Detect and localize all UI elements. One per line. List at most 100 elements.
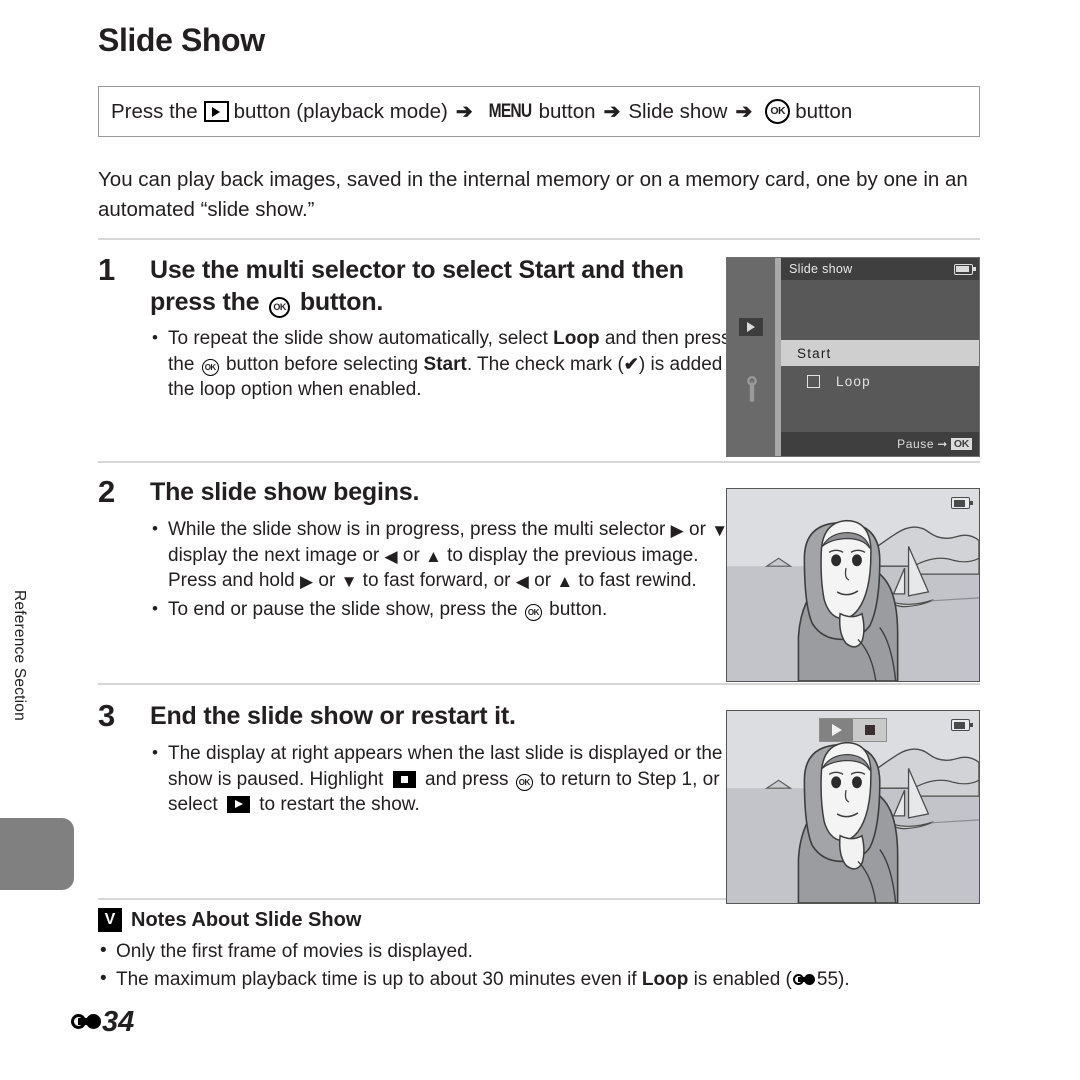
- menu-path-box: Press the button (playback mode) ➔ MENU …: [98, 86, 980, 137]
- camera-screen-option-loop[interactable]: Loop: [781, 368, 979, 394]
- battery-icon: [954, 263, 976, 275]
- check-mark-icon: ✔: [623, 353, 639, 374]
- step-1-b1-t4: . The check mark (: [466, 353, 624, 375]
- camera-screen-loop-label: Loop: [836, 373, 871, 389]
- arrow-right-icon: ▶: [670, 521, 684, 540]
- page-footer: 34: [70, 1006, 134, 1039]
- ok-button-icon: OK: [765, 99, 791, 124]
- reference-mark-icon: [71, 1014, 101, 1031]
- notes-title: Notes About Slide Show: [131, 908, 362, 931]
- battery-icon: [951, 497, 973, 509]
- list-item: The display at right appears when the la…: [150, 740, 750, 818]
- page-title: Slide Show: [98, 22, 265, 58]
- divider-3: [98, 683, 980, 685]
- ok-badge-icon: OK: [950, 437, 972, 451]
- sample-photo-slideshow: [726, 488, 980, 682]
- path-after-menu-text: button: [538, 99, 596, 123]
- step-2-bullet-list: While the slide show is in progress, pre…: [150, 516, 750, 623]
- divider-2: [98, 461, 980, 463]
- manual-page: Reference Section Slide Show Press the b…: [0, 0, 1080, 1080]
- divider-1: [98, 238, 980, 240]
- play-icon[interactable]: [820, 719, 853, 741]
- camera-screen-footer-text: Pause: [897, 437, 935, 451]
- step-2-b2-t2: button.: [543, 598, 608, 620]
- camera-screen-tab-column: [727, 258, 775, 456]
- note-2-ref: 55: [816, 969, 839, 990]
- page-number: 34: [102, 1006, 135, 1038]
- step-3-number: 3: [98, 698, 116, 733]
- step-2-b1-t7: to fast forward, or: [357, 570, 516, 591]
- arrow-icon-2: ➔: [603, 101, 621, 123]
- step-1-b1-t1: To repeat the slide show automatically, …: [168, 328, 554, 349]
- step-3-bullet-list: The display at right appears when the la…: [150, 740, 750, 818]
- step-2-b1-t6: or: [313, 570, 341, 591]
- note-2-t1: The maximum playback time is up to about…: [116, 969, 642, 990]
- step-1-heading-bold: Start: [518, 256, 575, 284]
- playback-tab-icon: [739, 318, 763, 336]
- checkbox-unchecked-icon[interactable]: [807, 374, 820, 388]
- wrench-icon: [741, 374, 763, 404]
- arrow-icon-1: ➔: [455, 101, 473, 123]
- step-1-number: 1: [98, 252, 116, 287]
- step-1-body: To repeat the slide show automatically, …: [150, 325, 750, 406]
- intro-paragraph: You can play back images, saved in the i…: [98, 168, 968, 221]
- reference-mark-icon: [792, 974, 816, 987]
- arrow-down-icon: ▼: [340, 572, 358, 591]
- camera-screen-option-start[interactable]: Start: [781, 340, 979, 366]
- path-after-play-text: button (playback mode): [233, 99, 448, 123]
- note-2-bold: Loop: [641, 969, 689, 990]
- note-2-t2: is enabled (: [688, 969, 792, 990]
- list-item: While the slide show is in progress, pre…: [150, 516, 750, 594]
- step-1-heading-part3: button.: [293, 288, 384, 316]
- menu-button-label: MENU: [488, 100, 531, 122]
- ok-button-icon: OK: [201, 359, 219, 376]
- stop-icon: [392, 770, 416, 788]
- playback-controls[interactable]: [819, 718, 887, 742]
- notes-section: V Notes About Slide Show Only the first …: [98, 908, 982, 994]
- camera-screen-title-bar: Slide show: [781, 258, 979, 280]
- step-3-b1-t2: and press: [419, 768, 514, 790]
- caution-badge-icon: V: [98, 908, 122, 932]
- step-2-b1-t9: to fast rewind.: [573, 570, 697, 591]
- path-prefix-text: Press the: [111, 99, 198, 123]
- sample-photo-paused: [726, 710, 980, 904]
- step-2-body: While the slide show is in progress, pre…: [150, 516, 750, 625]
- step-1-b1-bold1: Loop: [553, 328, 600, 349]
- list-item: Only the first frame of movies is displa…: [98, 937, 982, 966]
- path-after-item-text: button: [795, 99, 853, 123]
- arrow-left-icon: ◀: [515, 572, 529, 591]
- ok-button-icon: OK: [269, 297, 291, 318]
- stop-icon[interactable]: [853, 719, 886, 741]
- arrow-right-icon: ▶: [300, 572, 314, 591]
- ok-button-icon: OK: [515, 774, 533, 791]
- arrow-icon-3: ➔: [735, 101, 753, 123]
- arrow-right-icon: ➞: [937, 437, 948, 451]
- step-1-b1-bold2: Start: [423, 353, 467, 375]
- arrow-left-icon: ◀: [384, 546, 398, 566]
- step-2-b1-t4: or: [397, 544, 426, 566]
- note-2-t3: ).: [838, 969, 850, 990]
- step-1-b1-t3: button before selecting: [220, 353, 424, 375]
- sidebar-section-tab: [0, 818, 74, 890]
- step-1-bullet-list: To repeat the slide show automatically, …: [150, 325, 750, 403]
- step-3-heading: End the slide show or restart it.: [150, 702, 516, 730]
- list-item: To end or pause the slide show, press th…: [150, 596, 750, 623]
- notes-list: Only the first frame of movies is displa…: [98, 937, 982, 994]
- list-item: The maximum playback time is up to about…: [98, 965, 982, 994]
- camera-screen-menu: Slide show Start Loop Pause ➞ OK: [726, 257, 980, 457]
- step-2-heading: The slide show begins.: [150, 478, 420, 506]
- step-3-b1-t4: to restart the show.: [253, 794, 420, 815]
- play-icon: [226, 796, 250, 813]
- step-2-b1-t2: or: [683, 519, 712, 540]
- step-2-b1-t8: or: [528, 570, 557, 591]
- menu-path-line: Press the button (playback mode) ➔ MENU …: [99, 99, 852, 124]
- step-1-heading-part1: Use the multi selector to select: [150, 256, 519, 284]
- ok-button-icon: OK: [524, 604, 542, 621]
- playback-button-icon: [203, 101, 229, 122]
- step-3-body: The display at right appears when the la…: [150, 740, 750, 821]
- step-1-heading: Use the multi selector to select Start a…: [150, 254, 710, 318]
- step-2-b1-t1: While the slide show is in progress, pre…: [168, 519, 671, 540]
- step-2-b2-t1: To end or pause the slide show, press th…: [168, 598, 523, 620]
- camera-screen-footer: Pause ➞ OK: [781, 432, 979, 456]
- arrow-up-icon: ▲: [425, 546, 442, 566]
